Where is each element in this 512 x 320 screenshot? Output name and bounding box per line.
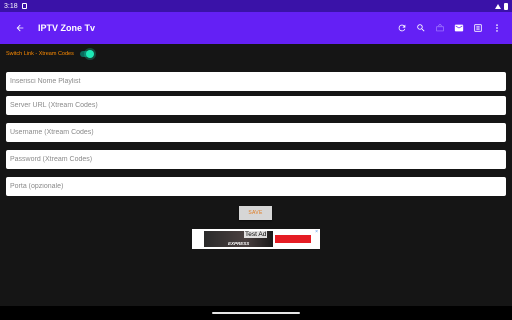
search-icon — [416, 24, 425, 32]
back-button[interactable] — [6, 12, 34, 44]
ad-image-text: EXPRESS — [228, 241, 250, 246]
ad-banner[interactable]: EXPRESS Test Ad × — [192, 229, 320, 249]
port-input[interactable] — [6, 177, 506, 196]
search-button[interactable] — [411, 12, 430, 44]
app-bar: IPTV Zone Tv — [0, 12, 512, 44]
main-content: Switch Link - Xtream Codes SAVE EXPRESS … — [0, 44, 512, 306]
battery-icon — [504, 2, 508, 10]
switch-label: Switch Link - Xtream Codes — [6, 51, 74, 57]
home-gesture-handle[interactable] — [212, 312, 300, 314]
app-title: IPTV Zone Tv — [38, 23, 96, 33]
username-input[interactable] — [6, 123, 506, 142]
clock: 3:18 — [4, 2, 18, 10]
list-button[interactable] — [468, 12, 487, 44]
mail-icon — [454, 24, 463, 32]
ad-close-icon[interactable]: × — [315, 229, 318, 235]
password-input[interactable] — [6, 150, 506, 169]
more-options-button[interactable] — [487, 12, 506, 44]
signal-icon — [495, 3, 501, 9]
refresh-icon — [398, 24, 405, 32]
playlist-name-input[interactable] — [6, 72, 506, 91]
xtream-switch[interactable] — [78, 48, 96, 60]
tv-button[interactable] — [430, 12, 449, 44]
navigation-bar — [0, 306, 512, 320]
server-url-input[interactable] — [6, 96, 506, 115]
switch-row: Switch Link - Xtream Codes — [6, 48, 96, 60]
list-icon — [473, 24, 482, 32]
refresh-button[interactable] — [392, 12, 411, 44]
tv-icon — [435, 23, 444, 32]
status-bar: 3:18 — [0, 0, 512, 12]
arrow-back-icon — [16, 24, 24, 32]
notification-icon — [21, 3, 27, 9]
switch-thumb — [85, 50, 94, 58]
ad-cta-button[interactable] — [275, 235, 311, 243]
save-button[interactable]: SAVE — [239, 206, 272, 220]
mail-button[interactable] — [449, 12, 468, 44]
more-vert-icon — [495, 24, 498, 32]
test-ad-label: Test Ad — [244, 231, 268, 238]
